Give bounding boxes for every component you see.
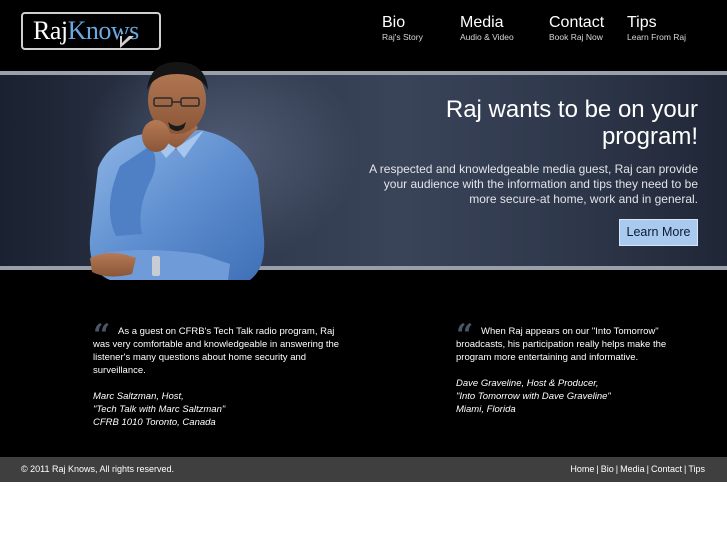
testimonial-author: Marc Saltzman, Host,	[93, 391, 184, 402]
footer-link-home[interactable]: Home	[570, 464, 594, 474]
testimonial-graveline: “ When Raj appears on our "Into Tomorrow…	[456, 318, 701, 416]
testimonial-signature: Marc Saltzman, Host, "Tech Talk with Mar…	[93, 390, 343, 429]
hero-title: Raj wants to be on your program!	[445, 96, 698, 150]
testimonial-signature: Dave Graveline, Host & Producer, "Into T…	[456, 377, 701, 416]
raj-portrait-image	[89, 62, 265, 280]
logo[interactable]: RajKnows	[21, 12, 161, 50]
copyright-text: © 2011 Raj Knows, All rights reserved.	[21, 464, 175, 474]
nav-subtitle-tips: Learn From Raj	[627, 32, 687, 42]
main-nav: Bio Raj's Story Media Audio & Video Cont…	[382, 14, 707, 43]
footer-link-contact[interactable]: Contact	[651, 464, 682, 474]
nav-title-contact: Contact	[549, 14, 605, 31]
footer-link-media[interactable]: Media	[620, 464, 645, 474]
nav-subtitle-contact: Book Raj Now	[549, 32, 603, 42]
nav-subtitle-bio: Raj's Story	[382, 32, 423, 42]
footer-links: Home | Bio | Media | Contact | Tips	[570, 464, 705, 474]
quote-mark-icon: “	[456, 318, 473, 353]
logo-speech-tail-inner	[122, 34, 131, 43]
testimonial-body: As a guest on CFRB's Tech Talk radio pro…	[93, 326, 340, 376]
nav-title-tips: Tips	[627, 14, 657, 31]
testimonial-station: CFRB 1010 Toronto, Canada	[93, 417, 216, 428]
nav-subtitle-media: Audio & Video	[460, 32, 514, 42]
learn-more-button[interactable]: Learn More	[619, 219, 698, 246]
nav-item-bio[interactable]: Bio Raj's Story	[382, 14, 460, 43]
nav-item-contact[interactable]: Contact Book Raj Now	[549, 14, 627, 43]
nav-title-media: Media	[460, 14, 504, 31]
nav-item-media[interactable]: Media Audio & Video	[460, 14, 549, 43]
footer-link-tips[interactable]: Tips	[688, 464, 705, 474]
quote-mark-icon: “	[93, 318, 110, 353]
footer-link-bio[interactable]: Bio	[601, 464, 614, 474]
hero-description: A respected and knowledgeable media gues…	[369, 162, 698, 206]
logo-text-raj: Raj	[33, 16, 68, 45]
footer: © 2011 Raj Knows, All rights reserved. H…	[0, 457, 727, 482]
nav-item-tips[interactable]: Tips Learn From Raj	[627, 14, 707, 43]
page: RajKnows Bio Raj's Story Media Audio & V…	[0, 0, 727, 482]
testimonial-author: Dave Graveline, Host & Producer,	[456, 378, 599, 389]
testimonial-saltzman: “ As a guest on CFRB's Tech Talk radio p…	[93, 318, 343, 429]
testimonial-body: When Raj appears on our "Into Tomorrow" …	[456, 326, 667, 363]
testimonial-location: Miami, Florida	[456, 404, 516, 415]
testimonial-show: "Into Tomorrow with Dave Graveline"	[456, 391, 611, 402]
nav-title-bio: Bio	[382, 14, 406, 31]
testimonial-show: "Tech Talk with Marc Saltzman"	[93, 404, 226, 415]
